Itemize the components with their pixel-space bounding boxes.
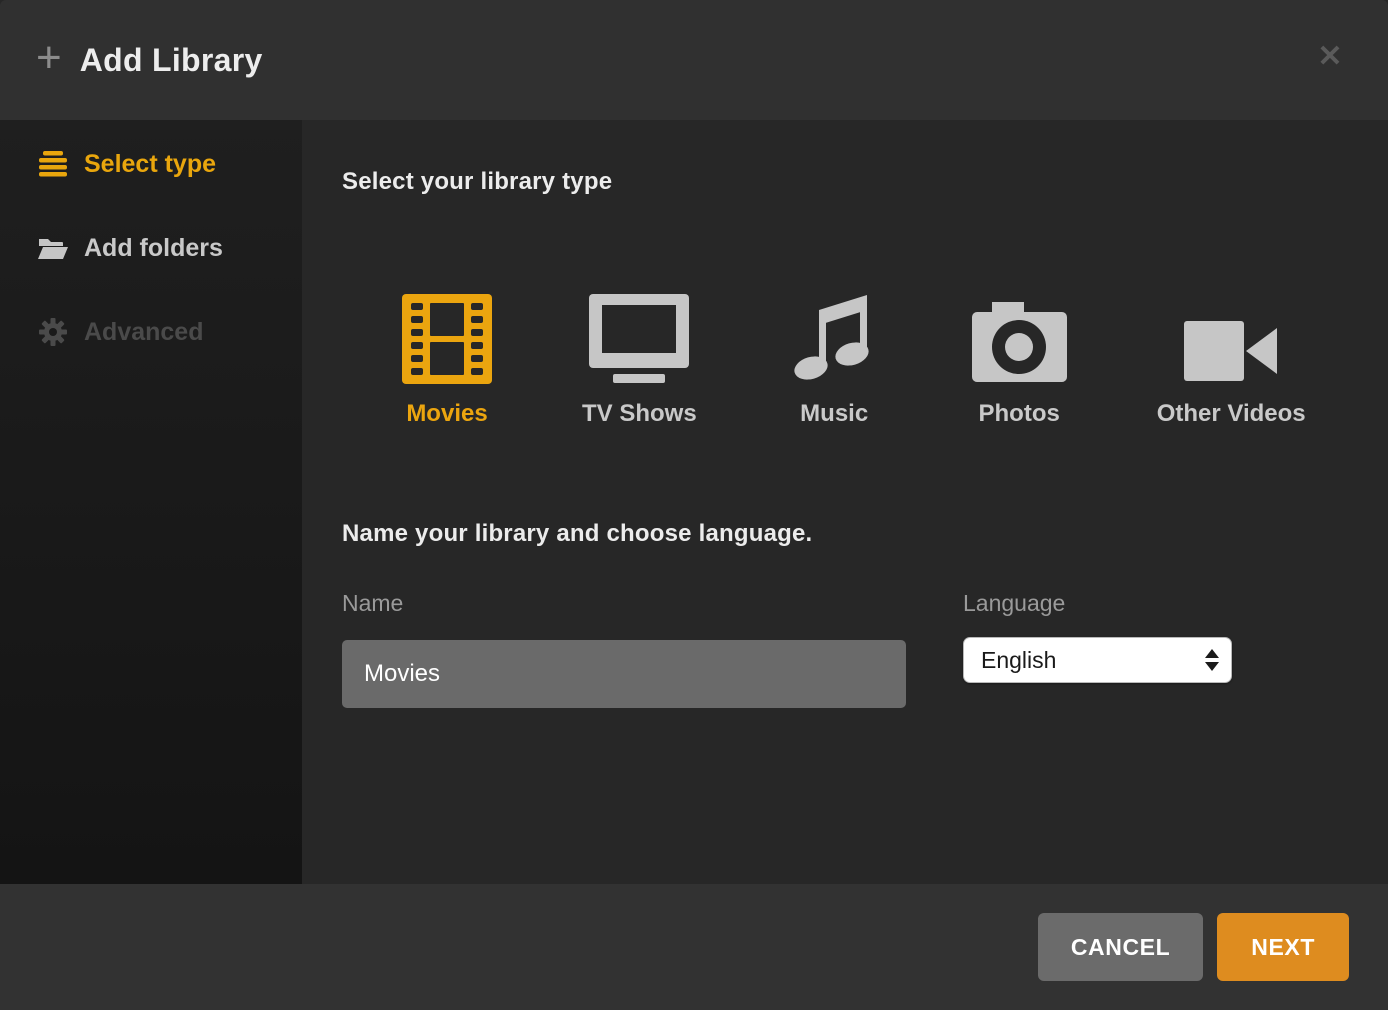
dialog-title: Add Library — [80, 42, 263, 79]
library-name-input[interactable] — [342, 640, 906, 708]
type-option-tv-shows[interactable]: TV Shows — [582, 288, 697, 428]
video-camera-icon — [1184, 288, 1279, 384]
type-label-photos: Photos — [979, 400, 1060, 428]
type-option-music[interactable]: Music — [787, 288, 882, 428]
next-button[interactable]: NEXT — [1217, 913, 1349, 981]
select-stepper-icon — [1205, 649, 1219, 671]
library-type-row: Movies TV Shows — [402, 288, 1306, 428]
music-note-icon — [787, 288, 882, 384]
name-field-label: Name — [342, 590, 403, 617]
type-option-movies[interactable]: Movies — [402, 288, 492, 428]
list-lines-icon — [38, 151, 68, 177]
sidebar-item-advanced: Advanced — [38, 304, 302, 360]
type-option-photos[interactable]: Photos — [972, 288, 1067, 428]
type-label-music: Music — [800, 400, 868, 428]
sidebar-item-select-type[interactable]: Select type — [38, 136, 302, 192]
close-icon[interactable]: ✕ — [1308, 34, 1352, 78]
wizard-steps-sidebar: Select type Add folders — [0, 120, 302, 884]
tv-icon — [589, 288, 689, 384]
type-label-movies: Movies — [406, 400, 487, 428]
sidebar-item-label: Add folders — [84, 234, 223, 263]
language-selected-value: English — [981, 647, 1056, 674]
name-language-heading: Name your library and choose language. — [342, 520, 812, 548]
dialog-footer: CANCEL NEXT — [0, 884, 1388, 1010]
sidebar-item-label: Select type — [84, 150, 216, 179]
type-label-tv-shows: TV Shows — [582, 400, 697, 428]
dialog-header: + Add Library ✕ — [0, 0, 1388, 120]
add-library-dialog: + Add Library ✕ Select type — [0, 0, 1388, 1010]
sidebar-item-add-folders[interactable]: Add folders — [38, 220, 302, 276]
folder-open-icon — [38, 236, 68, 260]
type-label-other-videos: Other Videos — [1157, 400, 1306, 428]
film-strip-icon — [402, 288, 492, 384]
type-option-other-videos[interactable]: Other Videos — [1157, 288, 1306, 428]
camera-icon — [972, 288, 1067, 384]
sidebar-item-label: Advanced — [84, 318, 203, 347]
cancel-button[interactable]: CANCEL — [1038, 913, 1203, 981]
dialog-body: Select your library type — [302, 120, 1388, 884]
language-field-label: Language — [963, 590, 1065, 617]
language-select[interactable]: English — [963, 637, 1232, 683]
library-type-heading: Select your library type — [342, 168, 612, 196]
plus-icon: + — [36, 36, 62, 80]
gear-icon — [38, 318, 68, 346]
